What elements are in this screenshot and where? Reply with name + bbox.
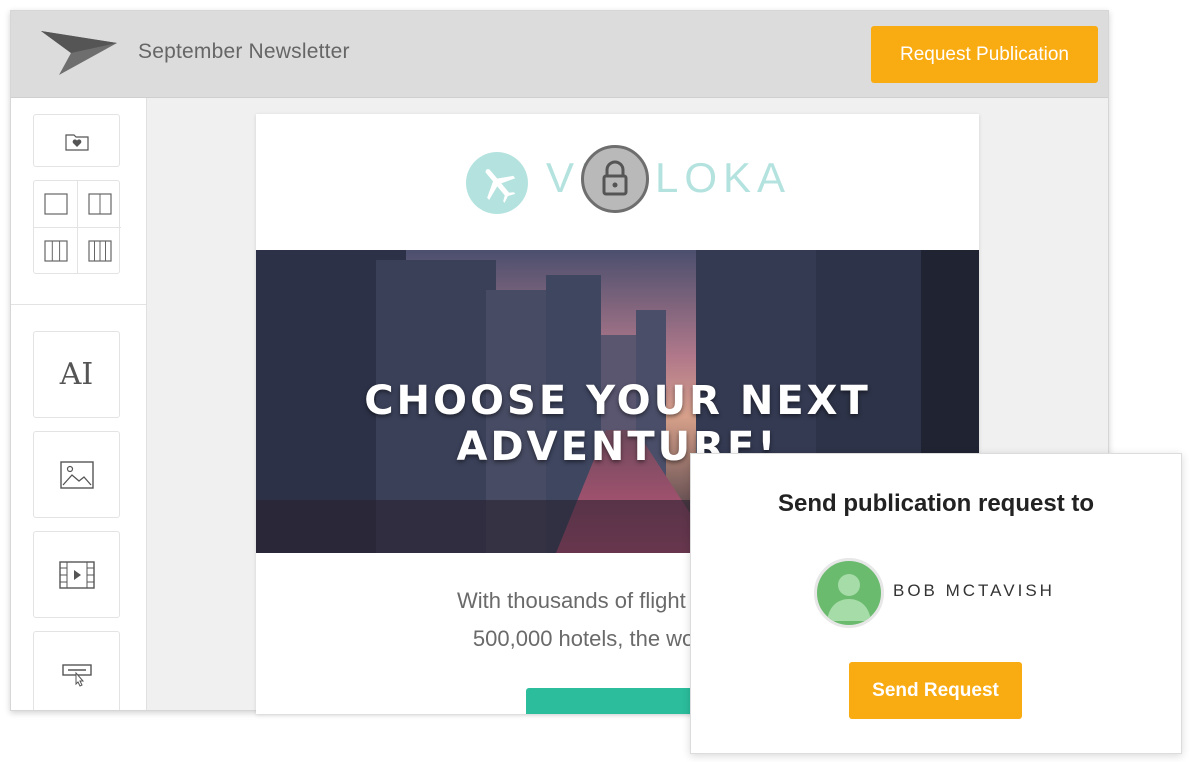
folder-heart-icon — [64, 133, 89, 151]
user-silhouette-icon — [827, 574, 871, 621]
image-block-button[interactable] — [33, 431, 120, 518]
image-block-icon — [59, 460, 94, 489]
modal-title: Send publication request to — [777, 490, 1095, 517]
button-block-button[interactable] — [33, 631, 120, 710]
brand-header: VI LOKA — [256, 114, 979, 250]
send-request-button[interactable]: Send Request — [849, 662, 1022, 719]
sidebar-divider — [11, 304, 146, 305]
brand-name-right: LOKA — [655, 154, 792, 201]
text-block-icon: AI — [59, 357, 94, 392]
video-block-icon — [58, 560, 95, 589]
document-title: September Newsletter — [138, 40, 350, 63]
lock-icon — [581, 145, 649, 213]
layout-2col-button[interactable] — [78, 181, 121, 228]
recipient-name[interactable]: BOB MCTAVISH — [893, 581, 1055, 601]
paper-plane-logo-icon — [41, 31, 117, 75]
text-block-button[interactable]: AI — [33, 331, 120, 418]
sidebar: AI — [11, 98, 147, 710]
video-block-button[interactable] — [33, 531, 120, 618]
layout-picker — [33, 180, 121, 274]
request-publication-button[interactable]: Request Publication — [871, 26, 1098, 83]
publication-request-modal: Send publication request to BOB MCTAVISH… — [690, 453, 1182, 754]
avatar — [814, 558, 884, 628]
brand-plane-icon — [466, 152, 528, 214]
folder-heart-button[interactable] — [33, 114, 120, 167]
layout-3col-icon — [43, 240, 68, 262]
layout-1col-button[interactable] — [34, 181, 78, 228]
layout-4col-icon — [87, 240, 112, 262]
button-block-icon — [61, 663, 92, 687]
layout-4col-button[interactable] — [78, 228, 121, 274]
layout-3col-button[interactable] — [34, 228, 78, 274]
top-bar: September Newsletter Request Publication — [11, 11, 1108, 98]
layout-2col-icon — [87, 193, 112, 215]
layout-1col-icon — [43, 193, 68, 215]
